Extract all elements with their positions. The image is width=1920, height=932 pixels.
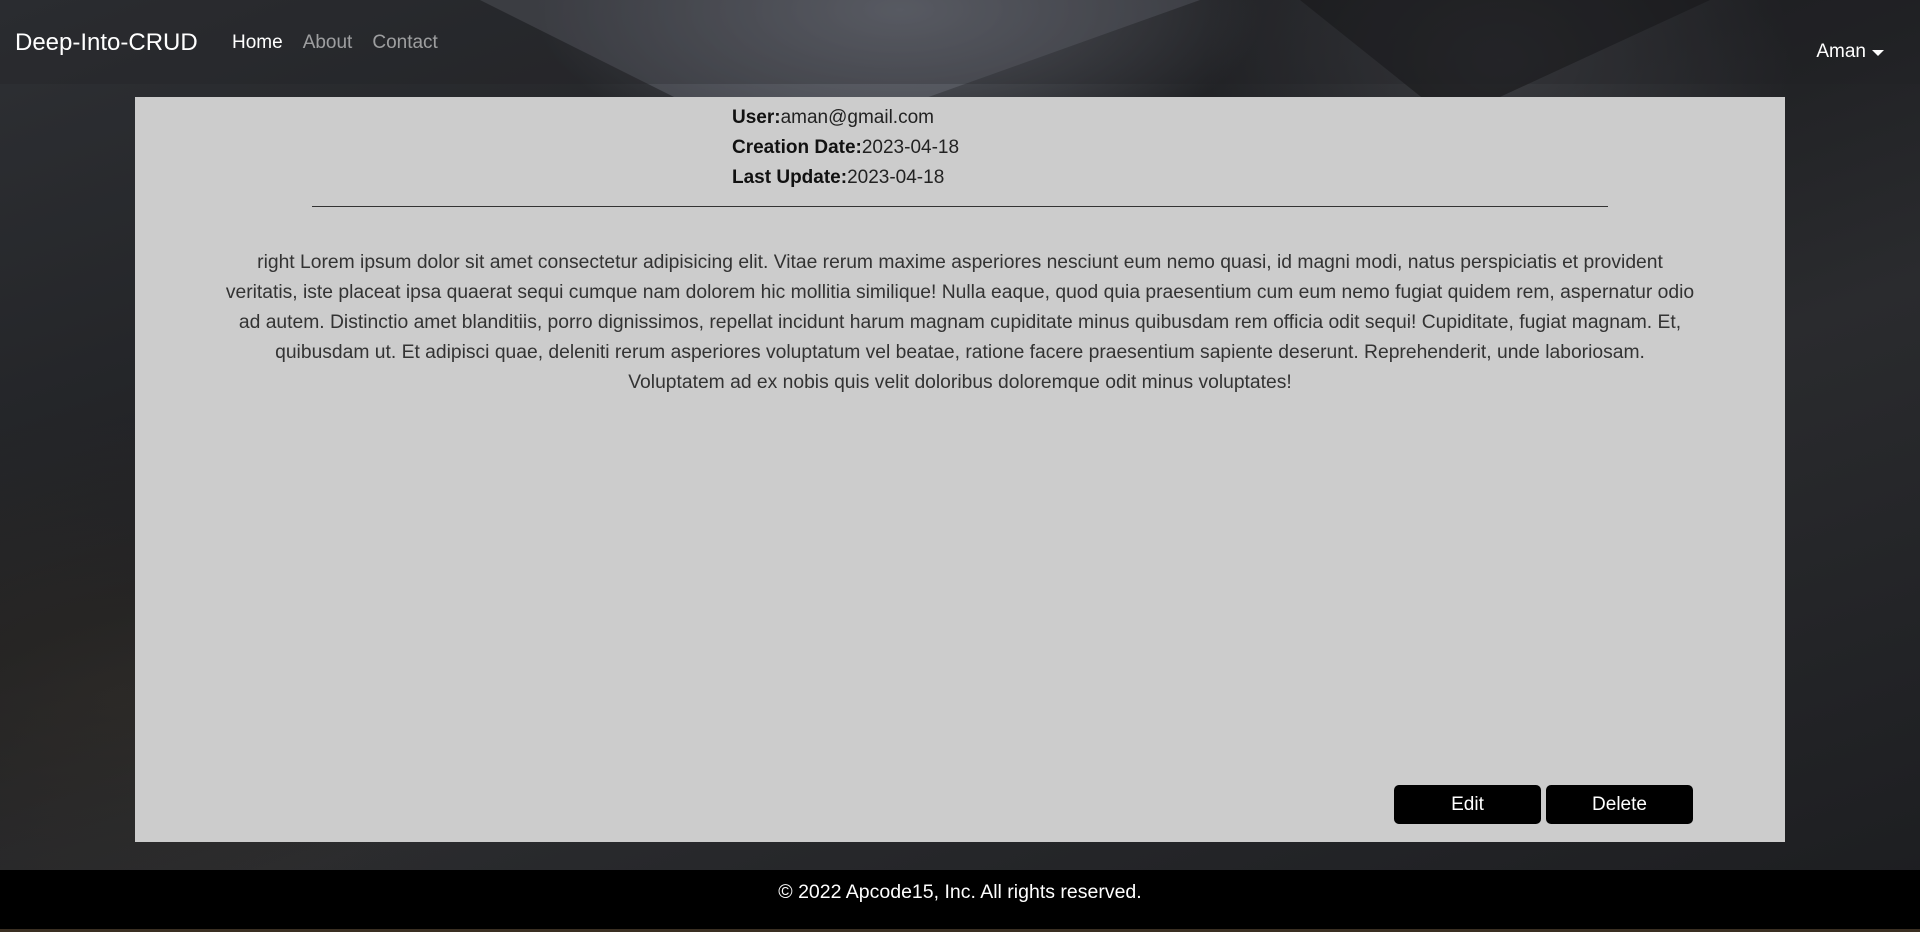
divider — [312, 206, 1608, 207]
caret-down-icon — [1872, 50, 1884, 56]
nav-links: Home About Contact — [232, 31, 438, 55]
nav-link-home[interactable]: Home — [232, 31, 283, 55]
user-name: Aman — [1816, 41, 1866, 62]
meta-user-value: aman@gmail.com — [780, 107, 934, 128]
post-body: right Lorem ipsum dolor sit amet consect… — [225, 252, 1695, 394]
edit-button[interactable]: Edit — [1394, 785, 1541, 824]
navbar: Deep-Into-CRUD Home About Contact Aman — [0, 0, 1920, 84]
post-card: User:aman@gmail.com Creation Date:2023-0… — [135, 97, 1785, 842]
meta-creation-value: 2023-04-18 — [861, 137, 960, 158]
delete-button[interactable]: Delete — [1546, 785, 1693, 824]
post-meta: User:aman@gmail.com Creation Date:2023-0… — [732, 103, 959, 193]
meta-creation-row: Creation Date:2023-04-18 — [732, 133, 959, 163]
brand-link[interactable]: Deep-Into-CRUD — [15, 28, 198, 58]
nav-link-contact[interactable]: Contact — [372, 31, 437, 55]
meta-user-label: User: — [732, 107, 781, 128]
meta-update-label: Last Update: — [732, 167, 848, 188]
footer: © 2022 Apcode15, Inc. All rights reserve… — [0, 870, 1920, 929]
meta-creation-label: Creation Date: — [732, 137, 862, 158]
meta-update-row: Last Update:2023-04-18 — [732, 163, 959, 193]
meta-update-value: 2023-04-18 — [847, 167, 945, 188]
meta-user-row: User:aman@gmail.com — [732, 103, 959, 133]
nav-link-about[interactable]: About — [303, 31, 353, 55]
footer-copyright: © 2022 Apcode15, Inc. All rights reserve… — [778, 881, 1142, 903]
user-dropdown[interactable]: Aman — [1816, 41, 1884, 63]
